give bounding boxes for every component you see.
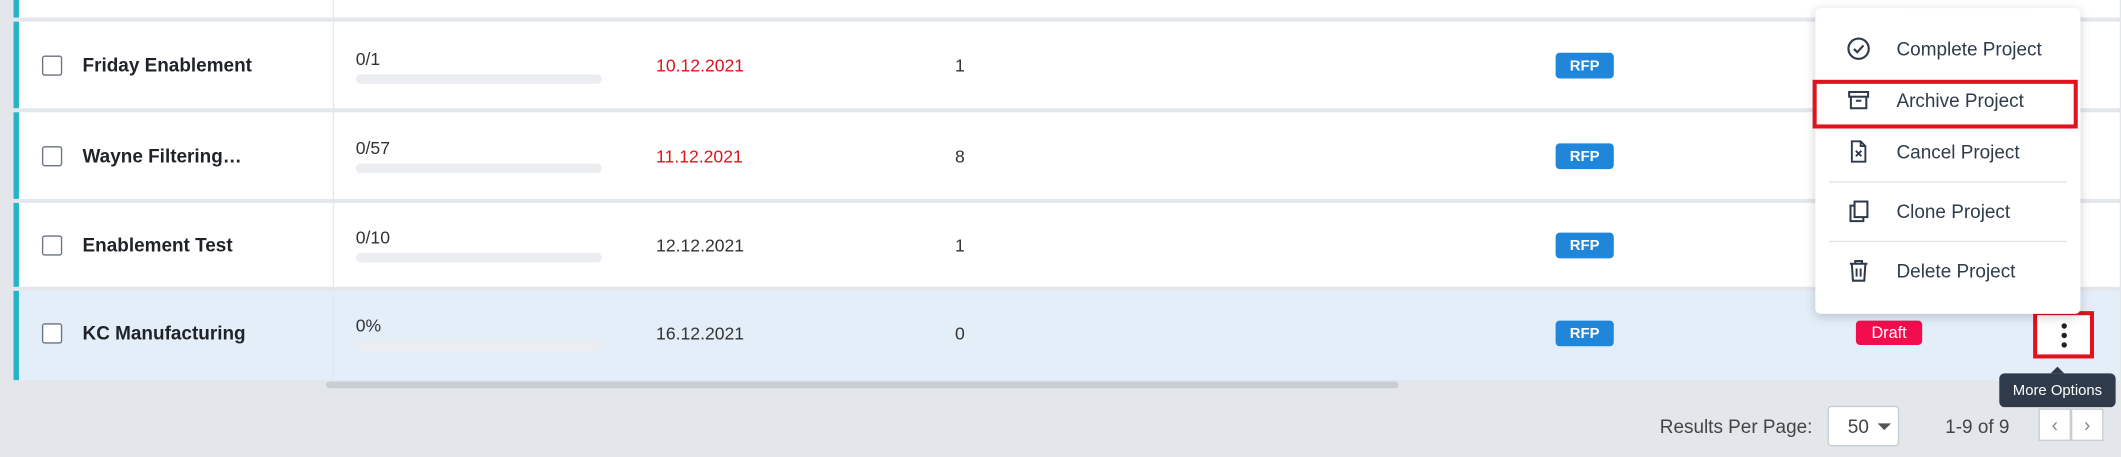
check-circle-icon xyxy=(1847,37,1870,60)
next-page-button[interactable]: › xyxy=(2070,408,2104,441)
type-badge: RFP xyxy=(1555,320,1614,347)
item-count: 0 xyxy=(955,323,965,344)
table-row[interactable]: Friday Enablement 0/1 10.12.2021 1 RFP xyxy=(13,21,2120,109)
row-checkbox[interactable] xyxy=(41,323,63,344)
prev-page-button[interactable]: ‹ xyxy=(2038,408,2071,441)
kebab-icon xyxy=(2060,321,2067,349)
results-per-page-label: Results Per Page: xyxy=(1659,415,1813,437)
row-checkbox[interactable] xyxy=(41,55,63,76)
menu-divider xyxy=(1828,240,2067,243)
progress-bar xyxy=(355,74,602,84)
column-divider xyxy=(332,21,335,109)
menu-divider xyxy=(1828,181,2067,183)
row-checkbox[interactable] xyxy=(41,235,63,256)
project-actions-menu: Complete Project Archive Project Cancel … xyxy=(1812,8,2081,314)
results-per-page-select[interactable]: 50 xyxy=(1827,405,1900,447)
column-divider xyxy=(332,112,335,199)
progress-bar xyxy=(355,163,602,174)
menu-item-label: Cancel Project xyxy=(1896,140,2020,163)
project-name[interactable]: Enablement Test xyxy=(83,234,233,256)
trash-icon xyxy=(1849,260,1868,282)
table-row-partial[interactable] xyxy=(13,0,2120,18)
progress-bar xyxy=(355,252,602,263)
item-count: 1 xyxy=(955,55,965,76)
file-cancel-icon xyxy=(1850,140,1867,163)
caret-down-icon xyxy=(1877,423,1892,431)
menu-item-label: Complete Project xyxy=(1896,37,2042,60)
column-divider xyxy=(332,202,335,287)
project-name[interactable]: KC Manufacturing xyxy=(83,322,246,344)
row-checkbox[interactable] xyxy=(41,146,63,167)
progress-text: 0/1 xyxy=(355,48,381,69)
menu-item-label: Clone Project xyxy=(1896,200,2011,222)
chevron-left-icon: ‹ xyxy=(2051,413,2058,436)
horizontal-scrollbar[interactable] xyxy=(326,381,1399,389)
archive-highlight-box xyxy=(1812,79,2078,129)
due-date: 12.12.2021 xyxy=(656,235,745,256)
project-name[interactable]: Friday Enablement xyxy=(83,54,252,76)
chevron-right-icon: › xyxy=(2084,413,2091,436)
due-date: 11.12.2021 xyxy=(656,146,743,167)
due-date: 16.12.2021 xyxy=(656,323,745,344)
more-options-tooltip: More Options xyxy=(1999,366,2116,408)
table-row[interactable]: Wayne Filtering… 0/57 11.12.2021 8 RFP xyxy=(13,112,2120,199)
progress-text: 0/10 xyxy=(355,227,391,248)
item-count: 8 xyxy=(955,146,965,167)
status-badge: Draft xyxy=(1855,320,1923,345)
menu-item-complete-project[interactable]: Complete Project xyxy=(1815,24,2080,73)
menu-item-cancel-project[interactable]: Cancel Project xyxy=(1815,127,2080,176)
progress-bar xyxy=(355,340,602,351)
menu-item-delete-project[interactable]: Delete Project xyxy=(1815,246,2080,295)
more-options-button[interactable] xyxy=(2033,311,2094,359)
progress-text: 0% xyxy=(355,315,382,336)
type-badge: RFP xyxy=(1555,143,1614,170)
table-row[interactable]: Enablement Test 0/10 12.12.2021 1 RFP xyxy=(13,202,2120,287)
item-count: 1 xyxy=(955,235,965,256)
menu-item-label: Delete Project xyxy=(1896,259,2016,282)
table-row-selected[interactable]: KC Manufacturing 0% 16.12.2021 0 RFP Dra… xyxy=(13,290,2120,381)
menu-item-clone-project[interactable]: Clone Project xyxy=(1815,187,2080,236)
column-divider xyxy=(332,290,335,381)
projects-table-view: Friday Enablement 0/1 10.12.2021 1 RFP W… xyxy=(0,0,2121,457)
column-divider xyxy=(332,0,335,18)
progress-text: 0/57 xyxy=(355,137,391,159)
due-date: 10.12.2021 xyxy=(656,55,745,76)
results-per-page-value: 50 xyxy=(1847,415,1869,437)
project-name[interactable]: Wayne Filtering… xyxy=(83,145,242,167)
type-badge: RFP xyxy=(1555,52,1614,79)
pagination-range: 1-9 of 9 xyxy=(1945,415,2010,437)
type-badge: RFP xyxy=(1555,232,1614,259)
clone-icon xyxy=(1849,200,1869,223)
